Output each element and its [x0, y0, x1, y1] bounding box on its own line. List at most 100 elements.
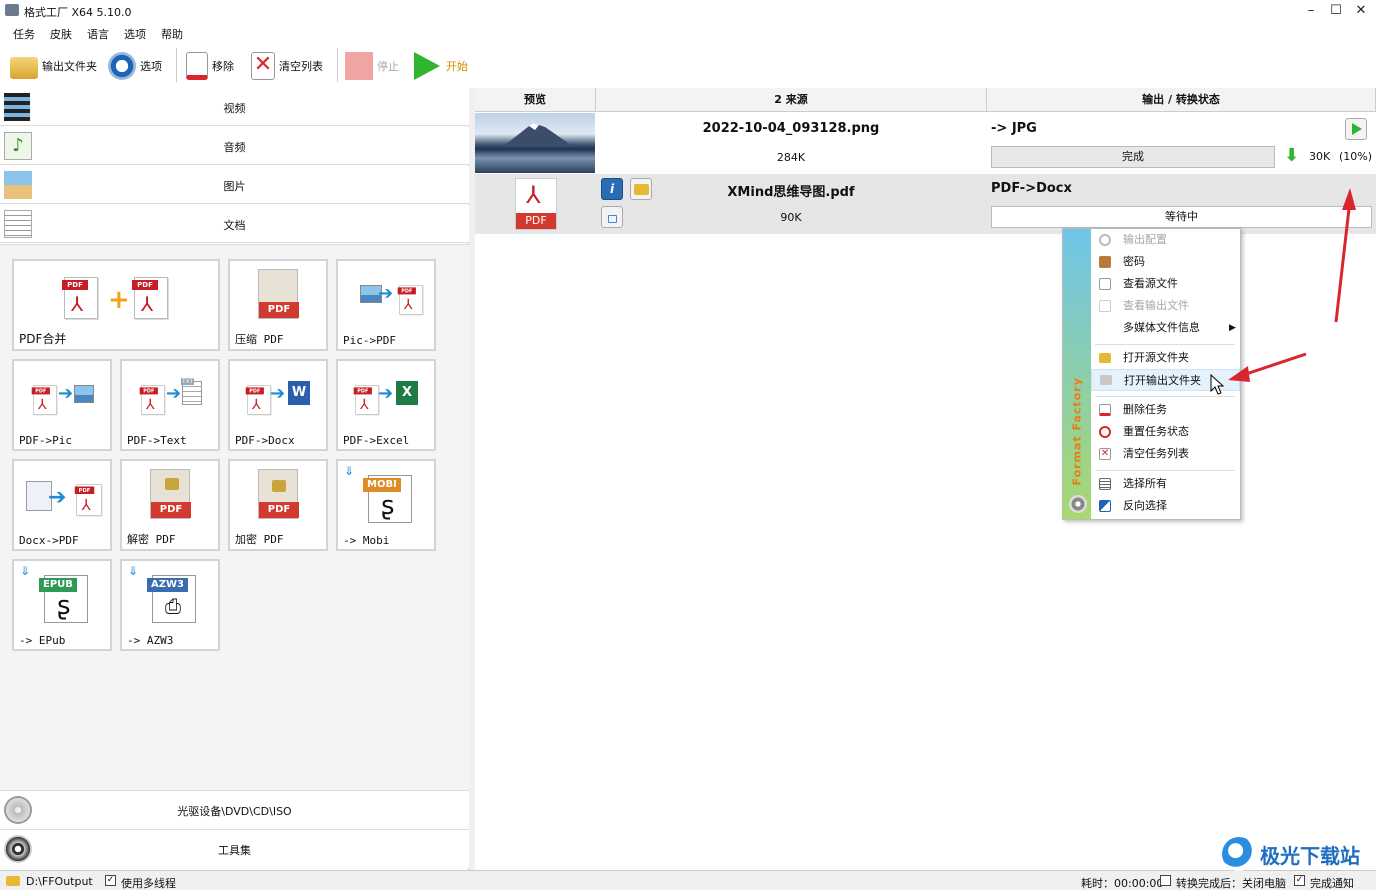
- tile-compress-pdf[interactable]: PDF 压缩 PDF: [228, 259, 328, 351]
- arrow-right-icon: ➔: [378, 383, 394, 404]
- menu-help[interactable]: 帮助: [161, 26, 183, 42]
- play-icon: [1352, 123, 1362, 135]
- column-header-output[interactable]: 输出 / 转换状态: [987, 88, 1376, 112]
- category-image-label: 图片: [223, 180, 246, 193]
- pdf-badge: PDF: [62, 280, 88, 290]
- pdf-badge: PDF: [245, 387, 264, 395]
- menu-item-invert-selection[interactable]: 反向选择: [1091, 495, 1240, 517]
- menu-item-media-info[interactable]: 多媒体文件信息 ▶: [1091, 317, 1240, 339]
- pdf-badge: PDF: [31, 387, 50, 395]
- options-button[interactable]: 选项: [108, 50, 162, 82]
- compress-pdf-icon: PDF: [258, 269, 299, 319]
- multithread-label: 使用多线程: [121, 877, 176, 890]
- task-target-format: PDF->Docx: [991, 181, 1072, 196]
- unlock-pdf-icon: PDF: [150, 469, 191, 519]
- pdf-badge: PDF: [353, 387, 372, 395]
- menu-item-reset-task[interactable]: 重置任务状态: [1091, 421, 1240, 443]
- menu-bar: 任务 皮肤 语言 选项 帮助: [0, 22, 1376, 42]
- menu-item-label: 打开源文件夹: [1123, 351, 1189, 364]
- start-button[interactable]: 开始: [412, 50, 468, 82]
- category-audio-label: 音频: [223, 141, 246, 154]
- category-optical[interactable]: 光驱设备\DVD\CD\ISO: [0, 790, 469, 829]
- clear-list-icon: ✕: [251, 52, 275, 80]
- remove-label: 移除: [212, 60, 234, 73]
- remove-button[interactable]: 移除: [186, 50, 234, 82]
- stop-icon: [345, 52, 373, 80]
- clear-list-button[interactable]: ✕ 清空列表: [251, 50, 323, 82]
- tile-to-epub[interactable]: ⇓ EPUB ʂ -> EPub: [12, 559, 112, 651]
- output-folder-button[interactable]: 输出文件夹: [10, 50, 97, 82]
- task-row[interactable]: 2022-10-04_093128.png 284K -> JPG 完成 ⬇ 3…: [475, 113, 1376, 173]
- tile-pdf-to-docx[interactable]: PDF ⅄ ➔ W PDF->Docx: [228, 359, 328, 451]
- notify-checkbox[interactable]: ✓: [1294, 875, 1305, 886]
- epub-badge: EPUB: [39, 578, 77, 592]
- tile-label: PDF->Pic: [19, 434, 72, 447]
- notify-label: 完成通知: [1310, 877, 1354, 890]
- menu-item-output-config[interactable]: 输出配置: [1091, 229, 1240, 251]
- pdf-icon: ⅄: [146, 395, 155, 413]
- close-button[interactable]: ✕: [1346, 2, 1376, 20]
- tile-pdf-to-excel[interactable]: PDF ⅄ ➔ X PDF->Excel: [336, 359, 436, 451]
- menu-skin[interactable]: 皮肤: [50, 26, 72, 42]
- tile-docx-to-pdf[interactable]: ➔ PDF ⅄ Docx->PDF: [12, 459, 112, 551]
- category-image[interactable]: 图片: [0, 166, 469, 204]
- category-video[interactable]: 视频: [0, 88, 469, 126]
- menu-options[interactable]: 选项: [124, 26, 146, 42]
- play-task-button[interactable]: [1345, 118, 1367, 140]
- tile-to-azw3[interactable]: ⇓ AZW3 ⎙ -> AZW3: [120, 559, 220, 651]
- azw3-badge: AZW3: [147, 578, 188, 592]
- toolbar: 输出文件夹 选项 移除 ✕ 清空列表 停止 开始: [0, 42, 1376, 88]
- menu-item-label: 重置任务状态: [1123, 425, 1189, 438]
- title-bar: 格式工厂 X64 5.10.0 – ☐ ✕: [0, 0, 1376, 22]
- arrow-down-icon: ⬇: [1284, 145, 1300, 166]
- lock-icon: [272, 480, 286, 492]
- pdf-preview-icon: ⅄ PDF: [515, 178, 557, 230]
- tile-pic-to-pdf[interactable]: ➔ PDF ⅄ Pic->PDF: [336, 259, 436, 351]
- tile-encrypt-pdf[interactable]: PDF 加密 PDF: [228, 459, 328, 551]
- column-header-source[interactable]: 2 来源: [596, 88, 987, 112]
- azw3-icon: AZW3 ⎙: [147, 575, 196, 623]
- tile-label: PDF->Docx: [235, 434, 295, 447]
- download-icon: ⇓: [344, 464, 355, 478]
- start-label: 开始: [446, 60, 468, 73]
- pdf-icon: ⅄: [404, 295, 413, 313]
- tile-label: PDF->Excel: [343, 434, 410, 447]
- menu-item-view-output[interactable]: 查看输出文件: [1091, 295, 1240, 317]
- format-factory-logo-icon: [1069, 495, 1087, 513]
- download-icon: ⇓: [20, 564, 31, 578]
- menu-item-select-all[interactable]: 选择所有: [1091, 473, 1240, 495]
- category-video-label: 视频: [223, 102, 246, 115]
- key-icon: [1099, 256, 1111, 268]
- tile-pdf-to-pic[interactable]: PDF ⅄ ➔ PDF->Pic: [12, 359, 112, 451]
- tile-decrypt-pdf[interactable]: PDF 解密 PDF: [120, 459, 220, 551]
- tile-pdf-to-text[interactable]: PDF ⅄ ➔ TXT PDF->Text: [120, 359, 220, 451]
- invert-selection-icon: [1099, 500, 1111, 512]
- category-document-label: 文档: [223, 219, 246, 232]
- output-path-link[interactable]: D:\FFOutput: [26, 875, 93, 888]
- annotation-arrows: [1228, 188, 1356, 382]
- stop-button[interactable]: 停止: [345, 50, 399, 82]
- task-progress-bar: 完成: [991, 146, 1275, 168]
- category-tools[interactable]: 工具集: [0, 829, 469, 868]
- pdf-badge: PDF: [139, 387, 158, 395]
- folder-icon: [10, 57, 38, 79]
- menu-item-password[interactable]: 密码: [1091, 251, 1240, 273]
- menu-item-view-source[interactable]: 查看源文件: [1091, 273, 1240, 295]
- menu-item-label: 清空任务列表: [1123, 447, 1189, 460]
- menu-task[interactable]: 任务: [13, 26, 35, 42]
- tile-to-mobi[interactable]: ⇓ MOBI ʂ -> Mobi: [336, 459, 436, 551]
- category-document[interactable]: 文档: [0, 205, 469, 243]
- category-tools-label: 工具集: [218, 844, 251, 857]
- tile-pdf-merge[interactable]: PDF ⅄ + PDF ⅄ PDF合并: [12, 259, 220, 351]
- menu-item-open-source-folder[interactable]: 打开源文件夹: [1091, 347, 1240, 369]
- column-header-preview[interactable]: 预览: [475, 88, 596, 112]
- pdf-badge: PDF: [132, 280, 158, 290]
- category-audio[interactable]: ♪ 音频: [0, 127, 469, 165]
- menu-language[interactable]: 语言: [87, 26, 109, 42]
- download-icon: ⇓: [128, 564, 139, 578]
- menu-item-clear-list[interactable]: ✕ 清空任务列表: [1091, 443, 1240, 465]
- multithread-checkbox[interactable]: ✓: [105, 875, 116, 886]
- after-convert-checkbox[interactable]: [1160, 875, 1171, 886]
- delete-doc-icon: [1099, 404, 1111, 416]
- menu-item-delete-task[interactable]: 删除任务: [1091, 399, 1240, 421]
